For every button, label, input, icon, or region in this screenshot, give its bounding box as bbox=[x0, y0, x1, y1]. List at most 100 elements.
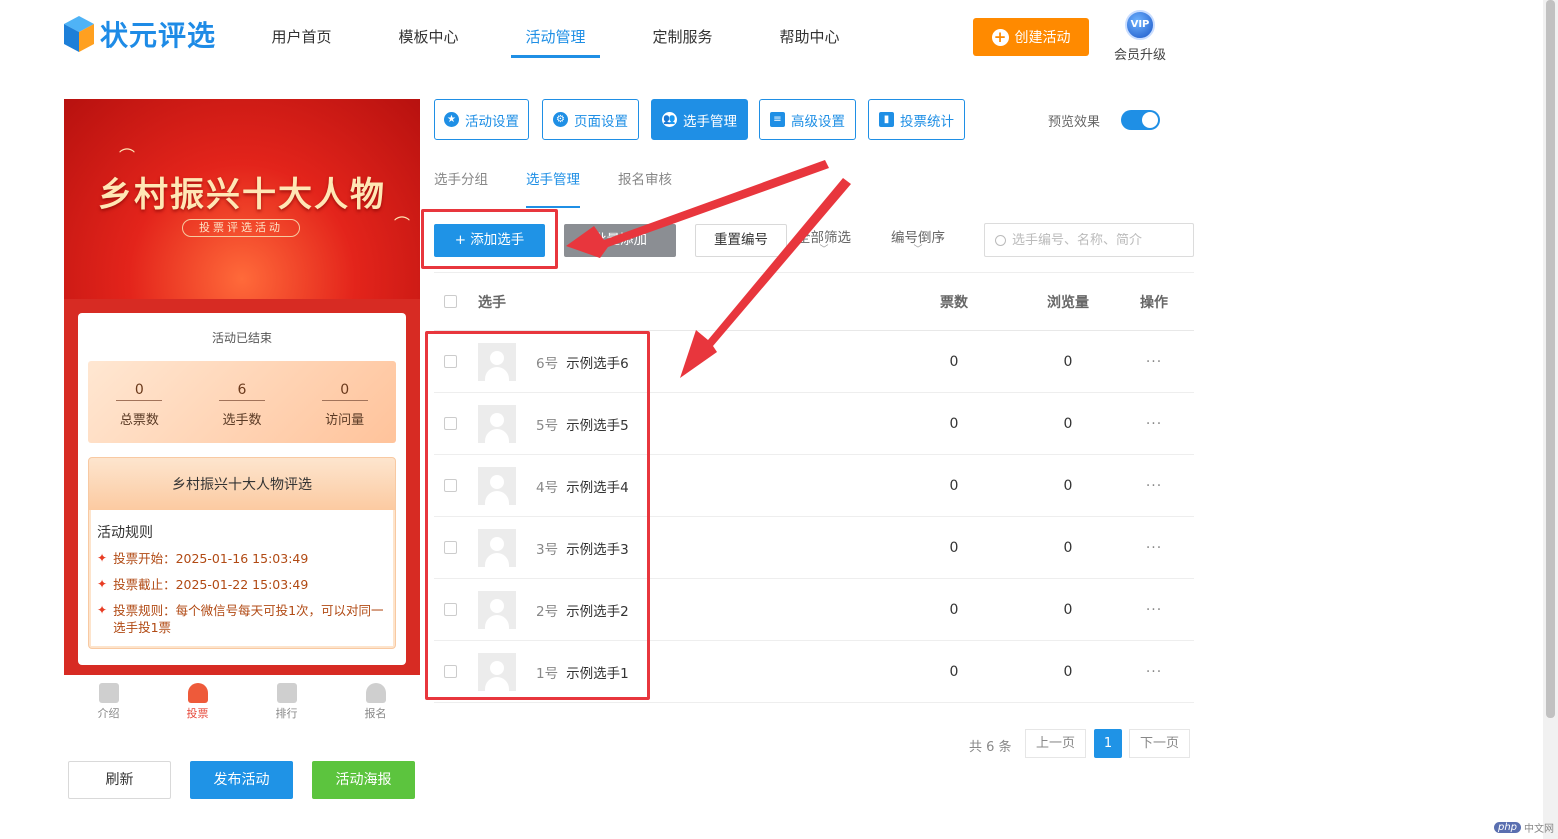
header-player: 选手 bbox=[478, 294, 506, 311]
stat-value: 0 bbox=[116, 382, 163, 401]
home-icon bbox=[187, 683, 208, 703]
sliders-icon: ≡ bbox=[770, 112, 785, 127]
nav-activity-management[interactable]: 活动管理 bbox=[492, 0, 619, 58]
more-options-icon[interactable]: ··· bbox=[1114, 540, 1194, 556]
page-1-button[interactable]: 1 bbox=[1094, 729, 1122, 758]
user-icon bbox=[365, 683, 386, 703]
star-icon: ✦ bbox=[97, 577, 108, 591]
sub-tabs: 选手分组 选手管理 报名审核 bbox=[434, 160, 710, 208]
preview-banner: ⌒ ⌒ 乡村振兴十大人物 投票评选活动 bbox=[64, 99, 420, 299]
batch-add-button[interactable]: 批量添加 bbox=[564, 224, 676, 257]
nav-help[interactable]: 帮助中心 bbox=[746, 0, 873, 58]
vip-upgrade[interactable]: VIP 会员升级 bbox=[1110, 10, 1170, 63]
stat-value: 0 bbox=[321, 382, 368, 401]
tab-label: 介绍 bbox=[97, 707, 120, 720]
crown-icon bbox=[276, 683, 297, 703]
rules-box: 乡村振兴十大人物评选 活动规则 ✦ 投票开始：2025-01-16 15:03:4… bbox=[88, 457, 396, 649]
rule-item: ✦ 投票开始：2025-01-16 15:03:49 bbox=[97, 550, 387, 567]
scroll-thumb[interactable] bbox=[1546, 0, 1555, 718]
rule-text: 投票开始：2025-01-16 15:03:49 bbox=[113, 551, 309, 566]
plus-circle-icon: + bbox=[991, 28, 1009, 46]
mobile-preview: ⌒ ⌒ 乡村振兴十大人物 投票评选活动 活动已结束 0 总票数 6 选手数 0 … bbox=[64, 99, 420, 733]
nav-custom-service[interactable]: 定制服务 bbox=[619, 0, 746, 58]
search-input[interactable] bbox=[1012, 232, 1182, 248]
logo-cube-icon bbox=[62, 14, 96, 54]
tab-label: 投票 bbox=[186, 707, 209, 720]
logo[interactable]: 状元评选 bbox=[62, 14, 216, 54]
watermark-php: php bbox=[1494, 822, 1522, 833]
rules-heading: 活动规则 bbox=[97, 525, 153, 541]
rule-text: 投票截止：2025-01-22 15:03:49 bbox=[113, 577, 309, 592]
watermark: php 中文网 bbox=[1494, 820, 1554, 835]
search-box bbox=[984, 223, 1194, 257]
more-options-icon[interactable]: ··· bbox=[1114, 478, 1194, 494]
preview-card: 活动已结束 0 总票数 6 选手数 0 访问量 乡村振兴十大人物评选 活动规则 … bbox=[78, 313, 406, 665]
advanced-settings-button[interactable]: ≡ 高级设置 bbox=[759, 99, 856, 140]
stat-label: 访问量 bbox=[325, 413, 365, 428]
vote-statistics-button[interactable]: ▮ 投票统计 bbox=[868, 99, 965, 140]
users-icon: 👥 bbox=[662, 112, 677, 127]
votes-cell: 0 bbox=[949, 663, 959, 680]
chevron-down-icon: ﹀ bbox=[913, 245, 923, 255]
activity-name: 乡村振兴十大人物评选 bbox=[89, 458, 395, 510]
tab-ranking[interactable]: 排行 bbox=[242, 675, 331, 733]
preview-toggle[interactable] bbox=[1121, 110, 1160, 130]
tab-vote[interactable]: 投票 bbox=[153, 675, 242, 733]
activity-status: 活动已结束 bbox=[211, 331, 272, 345]
star-icon: ★ bbox=[444, 112, 459, 127]
select-all-checkbox[interactable] bbox=[444, 295, 457, 308]
publish-activity-button[interactable]: 发布活动 bbox=[190, 761, 293, 799]
watermark-text: 中文网 bbox=[1524, 824, 1555, 835]
pagination-total: 共 6 条 bbox=[969, 740, 1012, 755]
rule-item: ✦ 投票规则：每个微信号每天可投1次，可以对同一选手投1票 bbox=[97, 602, 387, 636]
more-options-icon[interactable]: ··· bbox=[1114, 602, 1194, 618]
next-page-button[interactable]: 下一页 bbox=[1129, 729, 1190, 758]
more-options-icon[interactable]: ··· bbox=[1114, 664, 1194, 680]
votes-cell: 0 bbox=[949, 477, 959, 494]
page-settings-button[interactable]: ⚙ 页面设置 bbox=[542, 99, 639, 140]
views-cell: 0 bbox=[1063, 415, 1073, 432]
annotation-box-player-list bbox=[425, 331, 650, 700]
activity-poster-button[interactable]: 活动海报 bbox=[312, 761, 415, 799]
refresh-button[interactable]: 刷新 bbox=[68, 761, 171, 799]
activity-settings-button[interactable]: ★ 活动设置 bbox=[434, 99, 529, 140]
more-options-icon[interactable]: ··· bbox=[1114, 416, 1194, 432]
tab-player-management[interactable]: 选手管理 bbox=[526, 160, 580, 208]
player-management-button[interactable]: 👥 选手管理 bbox=[651, 99, 748, 140]
sort-dropdown[interactable]: 编号倒序 ﹀ bbox=[891, 226, 945, 255]
reset-numbering-button[interactable]: 重置编号 bbox=[695, 224, 787, 257]
tab-signup[interactable]: 报名 bbox=[331, 675, 420, 733]
votes-cell: 0 bbox=[949, 353, 959, 370]
page-scrollbar[interactable] bbox=[1543, 0, 1558, 839]
gear-icon: ⚙ bbox=[553, 112, 568, 127]
table-header: 选手 票数 浏览量 操作 bbox=[434, 273, 1194, 331]
vip-badge-icon: VIP bbox=[1125, 10, 1155, 40]
tab-intro[interactable]: 介绍 bbox=[64, 675, 153, 733]
views-cell: 0 bbox=[1063, 477, 1073, 494]
create-activity-button[interactable]: + 创建活动 bbox=[973, 18, 1089, 56]
stats-panel: 0 总票数 6 选手数 0 访问量 bbox=[88, 361, 396, 443]
bird-icon: ⌒ bbox=[119, 147, 136, 166]
sort-label: 编号倒序 bbox=[891, 230, 945, 246]
button-label: 投票统计 bbox=[900, 113, 954, 130]
tab-signup-review[interactable]: 报名审核 bbox=[618, 160, 672, 208]
filter-dropdown[interactable]: 全部筛选 ﹀ bbox=[797, 226, 851, 255]
nav-templates[interactable]: 模板中心 bbox=[365, 0, 492, 58]
star-icon: ✦ bbox=[97, 551, 108, 565]
button-label: 活动设置 bbox=[465, 113, 519, 130]
star-icon: ✦ bbox=[97, 603, 108, 617]
vip-label: 会员升级 bbox=[1113, 48, 1166, 63]
chevron-down-icon: ﹀ bbox=[819, 245, 829, 255]
button-label: 选手管理 bbox=[683, 113, 737, 130]
stat-total-votes: 0 总票数 bbox=[88, 361, 191, 443]
votes-cell: 0 bbox=[949, 601, 959, 618]
prev-page-button[interactable]: 上一页 bbox=[1025, 729, 1086, 758]
tab-player-groups[interactable]: 选手分组 bbox=[434, 160, 488, 208]
more-options-icon[interactable]: ··· bbox=[1114, 354, 1194, 370]
annotation-box-add-button bbox=[421, 209, 558, 269]
views-cell: 0 bbox=[1063, 539, 1073, 556]
document-icon bbox=[98, 683, 119, 703]
nav-home[interactable]: 用户首页 bbox=[238, 0, 365, 58]
main-nav: 用户首页 模板中心 活动管理 定制服务 帮助中心 bbox=[238, 0, 873, 60]
rules-content: 活动规则 ✦ 投票开始：2025-01-16 15:03:49 ✦ 投票截止：202… bbox=[91, 510, 393, 646]
